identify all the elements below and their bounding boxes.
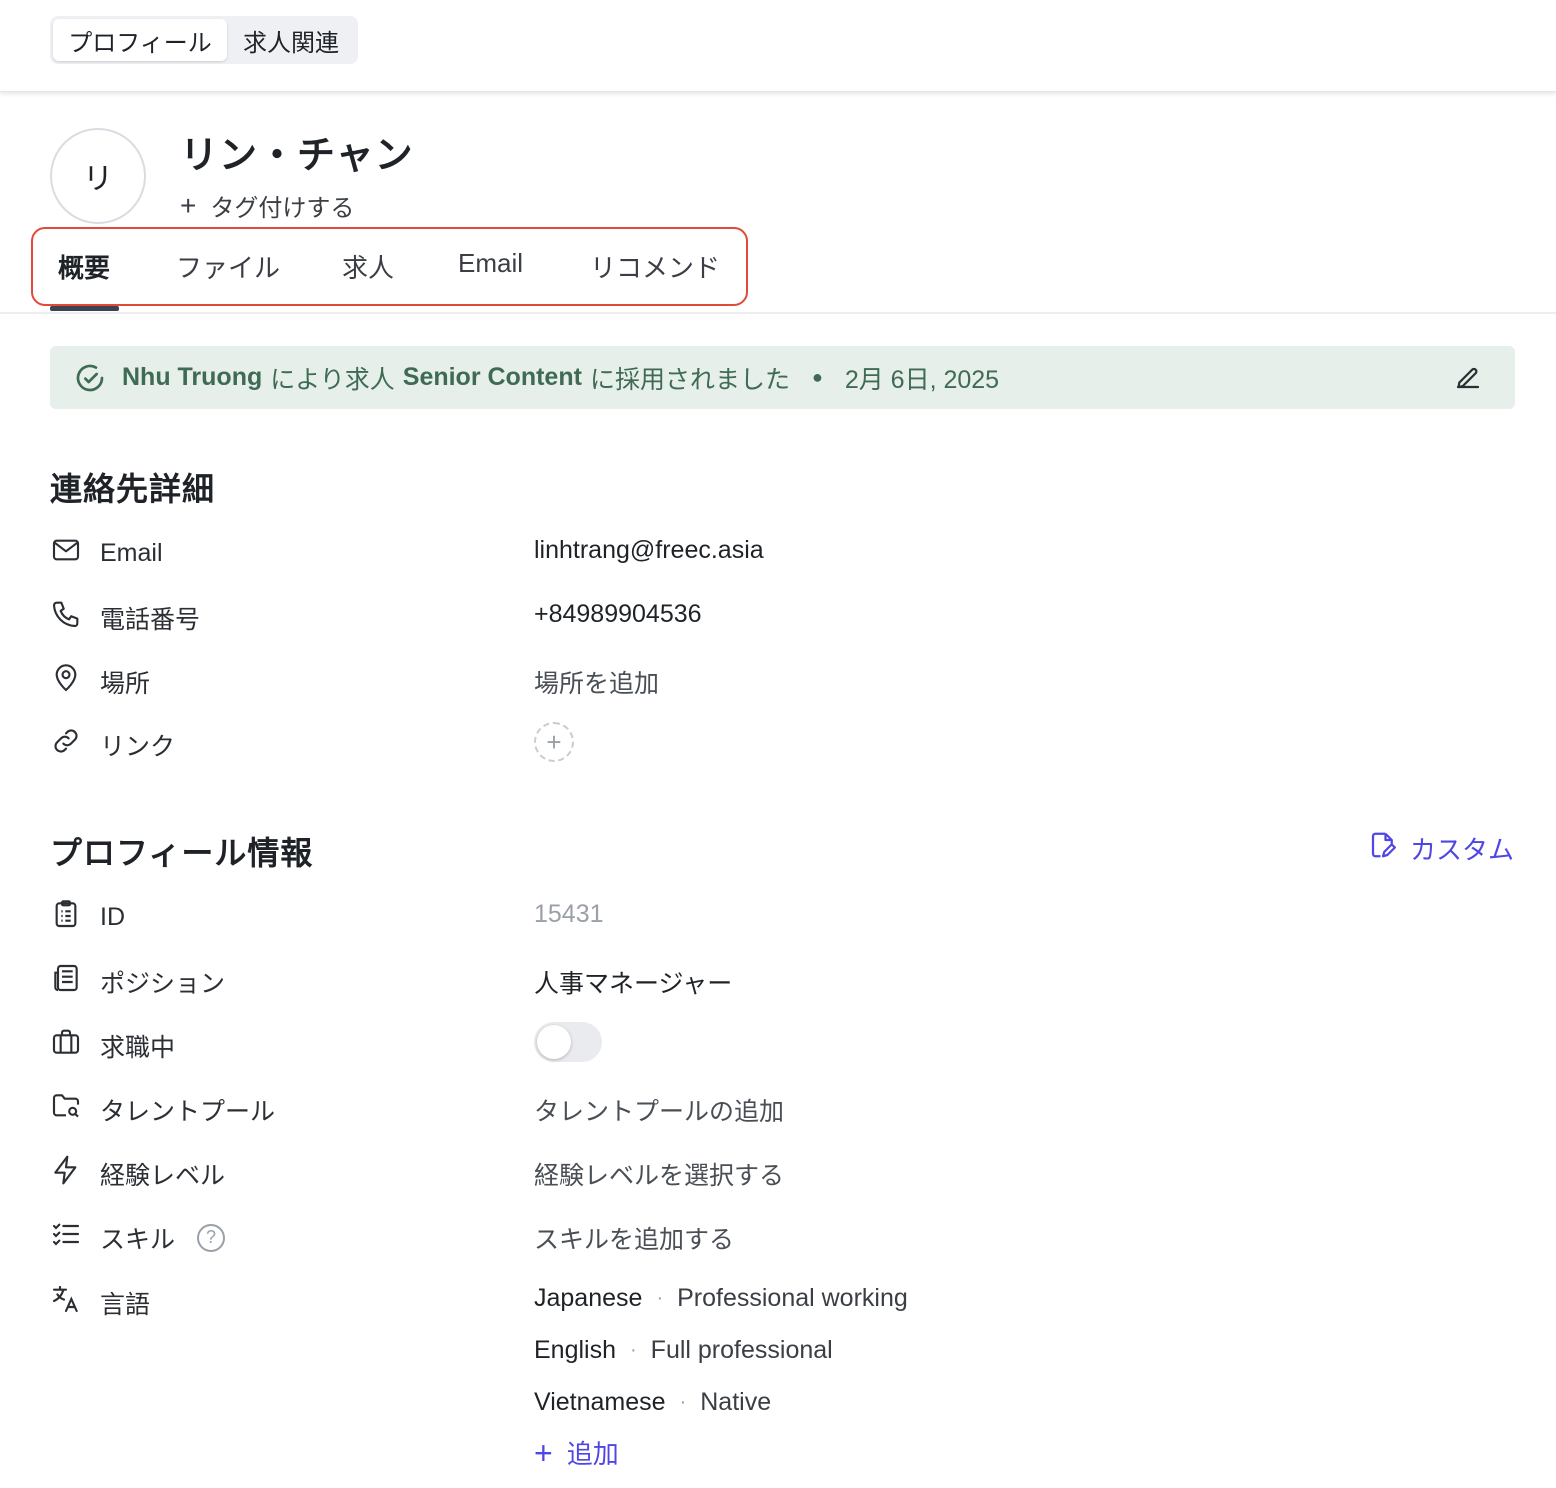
- id-label: ID: [100, 903, 125, 931]
- toggle-knob: [537, 1025, 571, 1059]
- tab-files[interactable]: ファイル: [176, 248, 280, 285]
- custom-label: カスタム: [1409, 835, 1514, 865]
- link-row-label: リンク: [50, 725, 175, 764]
- translate-icon: [50, 1283, 82, 1322]
- top-bar: プロフィール 求人関連: [0, 0, 1556, 92]
- job-seeking-toggle[interactable]: [534, 1022, 602, 1062]
- talent-pool-label: タレントプール: [100, 1097, 276, 1126]
- pencil-icon[interactable]: [1453, 362, 1483, 399]
- language-name: Vietnamese: [534, 1388, 666, 1416]
- hired-status-banner: Nhu Truong により求人 Senior Content に採用されました…: [50, 346, 1515, 409]
- email-row-label: Email: [50, 534, 163, 573]
- position-value[interactable]: 人事マネージャー: [534, 964, 732, 1000]
- skills-input[interactable]: スキルを追加する: [534, 1220, 734, 1256]
- phone-value[interactable]: +84989904536: [534, 600, 702, 629]
- job-seeking-row-label: 求職中: [50, 1026, 175, 1065]
- phone-icon: [50, 598, 82, 637]
- link-icon: [50, 725, 82, 764]
- separator-dot: ·: [679, 1391, 687, 1413]
- language-row-label: 言語: [50, 1283, 150, 1322]
- talent-pool-row-label: タレントプール: [50, 1090, 275, 1129]
- banner-job: Senior Content: [402, 363, 582, 391]
- plus-icon: +: [534, 1434, 553, 1471]
- segment-job-related[interactable]: 求人関連: [227, 19, 355, 61]
- language-level: Professional working: [677, 1284, 908, 1312]
- profile-segmented-control: プロフィール 求人関連: [50, 16, 358, 64]
- language-item[interactable]: English · Full professional: [534, 1336, 833, 1365]
- language-item[interactable]: Japanese · Professional working: [534, 1284, 908, 1313]
- plus-icon: +: [180, 189, 197, 221]
- skills-label: スキル: [100, 1225, 176, 1254]
- tab-email[interactable]: Email: [458, 248, 523, 279]
- add-tag-button[interactable]: + タグ付けする: [180, 188, 354, 223]
- banner-text-2: に採用されました: [589, 365, 790, 394]
- folder-search-icon: [50, 1090, 82, 1129]
- lightning-icon: [50, 1154, 82, 1193]
- position-row-label: ポジション: [50, 962, 225, 1001]
- add-link-button[interactable]: +: [534, 722, 574, 762]
- tab-jobs[interactable]: 求人: [342, 248, 394, 285]
- check-circle-icon: [74, 362, 106, 394]
- add-language-button[interactable]: + 追加: [534, 1434, 619, 1471]
- add-language-label: 追加: [566, 1439, 619, 1469]
- language-item[interactable]: Vietnamese · Native: [534, 1388, 771, 1417]
- add-tag-label: タグ付けする: [210, 195, 355, 222]
- clipboard-list-icon: [50, 898, 82, 937]
- help-icon[interactable]: ?: [197, 1223, 226, 1252]
- mail-icon: [50, 534, 82, 573]
- experience-select[interactable]: 経験レベルを選択する: [534, 1156, 784, 1192]
- phone-row-label: 電話番号: [50, 598, 200, 637]
- file-edit-icon: [1368, 830, 1398, 867]
- language-label: 言語: [100, 1290, 151, 1319]
- email-value[interactable]: linhtrang@freec.asia: [534, 536, 764, 565]
- location-input[interactable]: 場所を追加: [534, 664, 659, 700]
- banner-text-1: により求人: [270, 365, 395, 394]
- id-value: 15431: [534, 900, 604, 928]
- location-label: 場所: [100, 669, 151, 698]
- tab-recommend[interactable]: リコメンド: [590, 248, 720, 285]
- newspaper-icon: [50, 962, 82, 1001]
- phone-label: 電話番号: [100, 605, 201, 634]
- map-pin-icon: [50, 662, 82, 701]
- tab-overview[interactable]: 概要: [58, 248, 110, 285]
- location-row-label: 場所: [50, 662, 150, 701]
- position-label: ポジション: [100, 969, 226, 998]
- banner-date: 2月 6日, 2025: [844, 365, 1000, 394]
- experience-label: 経験レベル: [100, 1161, 226, 1190]
- briefcase-icon: [50, 1026, 82, 1065]
- id-row-label: ID: [50, 898, 125, 937]
- talent-pool-input[interactable]: タレントプールの追加: [534, 1092, 784, 1128]
- custom-fields-button[interactable]: カスタム: [1368, 830, 1514, 867]
- avatar: リ: [50, 128, 146, 224]
- banner-person: Nhu Truong: [122, 363, 263, 391]
- segment-profile[interactable]: プロフィール: [53, 19, 227, 61]
- active-tab-indicator: [50, 306, 119, 311]
- candidate-name: リン・チャン: [180, 135, 414, 177]
- language-name: Japanese: [534, 1284, 643, 1312]
- job-seeking-label: 求職中: [100, 1033, 176, 1062]
- skills-row-label: スキル ?: [50, 1218, 226, 1257]
- email-label: Email: [100, 539, 163, 567]
- separator-dot: ●: [811, 367, 823, 387]
- list-check-icon: [50, 1218, 82, 1257]
- separator-dot: ·: [630, 1339, 637, 1361]
- language-level: Native: [700, 1388, 772, 1416]
- profile-section-title: プロフィール情報: [50, 835, 314, 871]
- language-name: English: [534, 1336, 616, 1364]
- experience-row-label: 経験レベル: [50, 1154, 225, 1193]
- tabs-divider: [0, 312, 1556, 314]
- separator-dot: ·: [656, 1287, 664, 1309]
- contact-section-title: 連絡先詳細: [50, 471, 216, 507]
- language-level: Full professional: [650, 1336, 833, 1364]
- link-label: リンク: [100, 732, 176, 761]
